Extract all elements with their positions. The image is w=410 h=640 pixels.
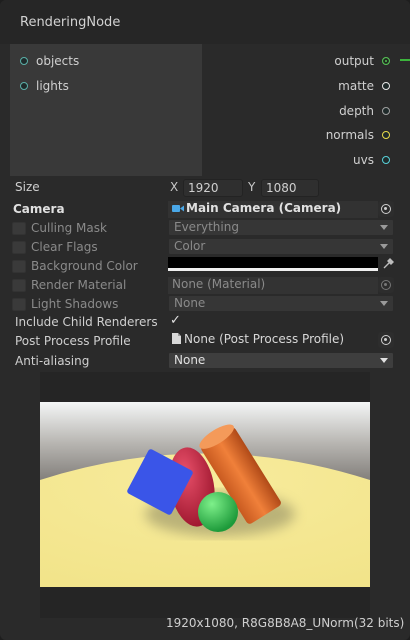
x-label: X bbox=[170, 180, 179, 194]
post-process-label: Post Process Profile bbox=[15, 334, 131, 348]
port-label: normals bbox=[325, 128, 374, 142]
port-label: objects bbox=[36, 54, 80, 68]
clear-flags-label: Clear Flags bbox=[31, 240, 98, 254]
background-color-row: Background Color bbox=[0, 257, 410, 276]
port-label: lights bbox=[36, 79, 69, 93]
port-label: output bbox=[334, 54, 374, 68]
culling-mask-row: Culling Mask Everything bbox=[0, 219, 410, 238]
port-label: uvs bbox=[353, 153, 374, 167]
light-shadows-row: Light Shadows None bbox=[0, 295, 410, 314]
background-color-label: Background Color bbox=[31, 259, 138, 273]
culling-mask-label: Culling Mask bbox=[31, 221, 107, 235]
camera-label: Camera bbox=[13, 202, 65, 216]
camera-icon bbox=[172, 202, 184, 216]
input-port-objects[interactable]: objects bbox=[20, 51, 79, 71]
override-checkbox[interactable] bbox=[12, 222, 26, 235]
render-material-label: Render Material bbox=[31, 278, 127, 292]
node-title: RenderingNode bbox=[20, 15, 121, 30]
object-picker-icon[interactable] bbox=[378, 201, 394, 217]
port-connector-icon[interactable] bbox=[382, 57, 390, 65]
port-connector-icon[interactable] bbox=[20, 57, 28, 65]
render-preview-image bbox=[40, 402, 370, 587]
light-shadows-dropdown[interactable]: None bbox=[168, 295, 394, 312]
include-child-renderers-checkbox[interactable]: ✓ bbox=[170, 313, 181, 328]
camera-field[interactable]: Main Camera (Camera) bbox=[168, 201, 378, 218]
override-checkbox[interactable] bbox=[12, 279, 26, 292]
chevron-down-icon bbox=[380, 244, 388, 249]
anti-aliasing-dropdown[interactable]: None bbox=[168, 352, 394, 369]
camera-value: Main Camera (Camera) bbox=[186, 201, 342, 215]
object-picker-icon[interactable] bbox=[378, 332, 394, 348]
output-port-output[interactable]: output bbox=[334, 51, 390, 71]
light-shadows-label: Light Shadows bbox=[31, 297, 119, 311]
size-row: Size X 1920 Y 1080 bbox=[0, 178, 410, 197]
preview-info: 1920x1080, R8G8B8A8_UNorm(32 bits) bbox=[166, 616, 405, 630]
include-child-renderers-label: Include Child Renderers bbox=[15, 315, 158, 329]
port-connector-icon[interactable] bbox=[20, 82, 28, 90]
background-color-swatch[interactable] bbox=[168, 257, 378, 271]
post-process-value: None (Post Process Profile) bbox=[184, 332, 345, 346]
output-port-matte[interactable]: matte bbox=[338, 76, 390, 96]
culling-mask-dropdown[interactable]: Everything bbox=[168, 219, 394, 236]
port-connector-icon[interactable] bbox=[382, 156, 390, 164]
render-material-row: Render Material None (Material) bbox=[0, 276, 410, 295]
width-field[interactable]: 1920 bbox=[183, 179, 243, 197]
clear-flags-row: Clear Flags Color bbox=[0, 238, 410, 257]
post-process-field[interactable]: None (Post Process Profile) bbox=[168, 332, 378, 349]
height-field[interactable]: 1080 bbox=[261, 179, 319, 197]
clear-flags-value: Color bbox=[174, 239, 206, 253]
post-process-row: Post Process Profile None (Post Process … bbox=[0, 332, 410, 351]
output-edge bbox=[400, 59, 410, 61]
output-ports: output matte depth normals uvs bbox=[204, 44, 400, 176]
input-port-lights[interactable]: lights bbox=[20, 76, 69, 96]
chevron-down-icon bbox=[380, 301, 388, 306]
output-port-uvs[interactable]: uvs bbox=[353, 150, 390, 170]
override-checkbox[interactable] bbox=[12, 241, 26, 254]
chevron-down-icon bbox=[380, 358, 388, 363]
light-shadows-value: None bbox=[174, 296, 206, 310]
y-label: Y bbox=[248, 180, 256, 194]
port-connector-icon[interactable] bbox=[382, 107, 390, 115]
anti-aliasing-value: None bbox=[174, 353, 206, 367]
anti-aliasing-row: Anti-aliasing None bbox=[0, 352, 410, 371]
output-port-normals[interactable]: normals bbox=[326, 125, 390, 145]
port-connector-icon[interactable] bbox=[382, 82, 390, 90]
input-ports: objects lights bbox=[10, 44, 202, 176]
culling-mask-value: Everything bbox=[174, 220, 239, 234]
port-connector-icon[interactable] bbox=[382, 131, 390, 139]
rendering-node: RenderingNode objects lights output matt… bbox=[0, 0, 410, 640]
object-picker-icon[interactable] bbox=[378, 277, 394, 293]
output-port-depth[interactable]: depth bbox=[339, 101, 390, 121]
port-label: depth bbox=[339, 104, 374, 118]
anti-aliasing-label: Anti-aliasing bbox=[15, 354, 90, 368]
node-title-bar[interactable]: RenderingNode bbox=[0, 0, 410, 44]
document-icon bbox=[172, 332, 181, 347]
override-checkbox[interactable] bbox=[12, 260, 26, 273]
eyedropper-icon[interactable] bbox=[382, 258, 394, 273]
render-material-field[interactable]: None (Material) bbox=[168, 277, 378, 294]
include-child-renderers-row: Include Child Renderers ✓ bbox=[0, 313, 410, 332]
size-label: Size bbox=[15, 180, 40, 194]
chevron-down-icon bbox=[380, 225, 388, 230]
override-checkbox[interactable] bbox=[12, 298, 26, 311]
camera-row: Camera Main Camera (Camera) bbox=[0, 200, 410, 219]
clear-flags-dropdown[interactable]: Color bbox=[168, 238, 394, 255]
port-label: matte bbox=[338, 79, 374, 93]
